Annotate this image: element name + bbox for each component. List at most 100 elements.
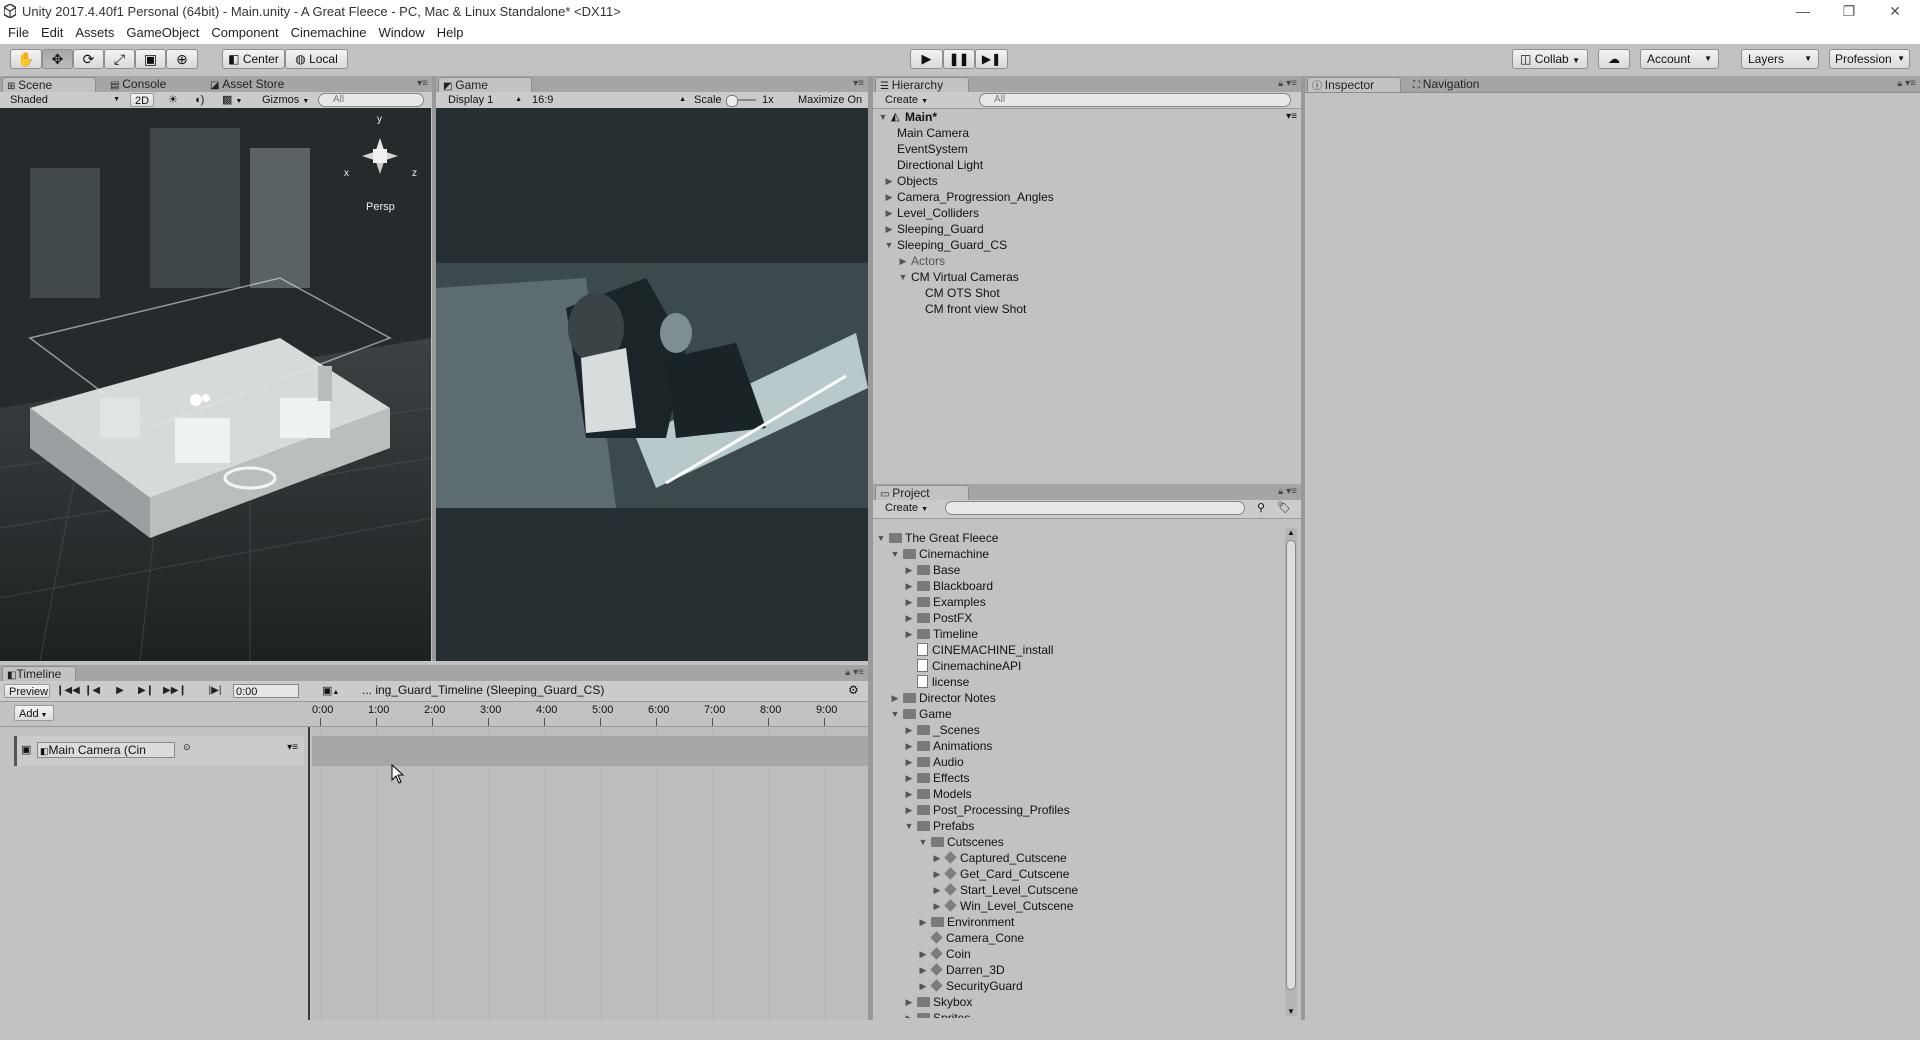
- project-item[interactable]: ▼ The Great Fleece: [873, 530, 1283, 546]
- project-item[interactable]: ▶ _Scenes: [873, 722, 1283, 738]
- rect-tool-button[interactable]: ▣: [135, 49, 166, 69]
- play-button[interactable]: ▶: [910, 49, 943, 69]
- hierarchy-item[interactable]: ▶ Sleeping_Guard: [873, 221, 1301, 237]
- scale-tool-button[interactable]: ⤢: [104, 49, 135, 69]
- timeline-asset-path[interactable]: ... ing_Guard_Timeline (Sleeping_Guard_C…: [362, 683, 604, 697]
- tab-scene[interactable]: ⊞ Scene: [2, 77, 96, 92]
- menu-help[interactable]: Help: [431, 24, 470, 42]
- splitter[interactable]: [1301, 76, 1305, 1020]
- tab-timeline[interactable]: ◧Timeline: [2, 666, 76, 681]
- expand-arrow-icon[interactable]: ▶: [931, 882, 943, 898]
- collapse-arrow-icon[interactable]: ▼: [903, 818, 915, 834]
- project-search-input[interactable]: [945, 501, 1245, 515]
- expand-arrow-icon[interactable]: ▶: [889, 690, 901, 706]
- project-item[interactable]: ▶ Examples: [873, 594, 1283, 610]
- go-to-start-button[interactable]: ❙◀◀: [56, 683, 80, 699]
- display-dropdown[interactable]: Display 1 ▲: [444, 93, 524, 107]
- expand-arrow-icon[interactable]: ▶: [931, 898, 943, 914]
- tab-project[interactable]: ▭ Project: [875, 485, 969, 500]
- splitter[interactable]: [432, 76, 436, 661]
- project-item[interactable]: Camera_Cone: [873, 930, 1283, 946]
- project-item[interactable]: ▶ Effects: [873, 770, 1283, 786]
- project-item[interactable]: ▶ Start_Level_Cutscene: [873, 882, 1283, 898]
- project-item[interactable]: ▶ Models: [873, 786, 1283, 802]
- expand-arrow-icon[interactable]: ▶: [903, 626, 915, 642]
- account-dropdown[interactable]: Account ▼: [1640, 49, 1719, 69]
- tab-console[interactable]: ▤ Console: [106, 77, 200, 92]
- collapse-arrow-icon[interactable]: ▼: [889, 706, 901, 722]
- collapse-arrow-icon[interactable]: ▼: [875, 530, 887, 546]
- toggle-2d-button[interactable]: 2D: [130, 93, 154, 107]
- project-create-dropdown[interactable]: Create ▼: [881, 501, 931, 515]
- project-item[interactable]: ▶ Audio: [873, 754, 1283, 770]
- project-item[interactable]: ▶ Win_Level_Cutscene: [873, 898, 1283, 914]
- menu-file[interactable]: File: [2, 24, 35, 42]
- expand-arrow-icon[interactable]: ▶: [903, 610, 915, 626]
- scrollbar-thumb[interactable]: [1286, 540, 1296, 990]
- project-item[interactable]: ▶ Timeline: [873, 626, 1283, 642]
- expand-arrow-icon[interactable]: ▶: [903, 754, 915, 770]
- timeline-settings-icon[interactable]: ⚙: [848, 683, 859, 697]
- add-track-dropdown[interactable]: Add ▼: [14, 705, 54, 721]
- project-item[interactable]: ▶ Captured_Cutscene: [873, 850, 1283, 866]
- scene-root-row[interactable]: ▼ ◭ Main* ▾≡: [873, 109, 1301, 125]
- time-ruler[interactable]: 0:00 1:00 2:00 3:00 4:00 5:00 6:00 7:00 8:00 9:00: [312, 702, 868, 726]
- transform-tool-button[interactable]: ⊕: [166, 49, 198, 69]
- hierarchy-item[interactable]: ▶ Camera_Progression_Angles: [873, 189, 1301, 205]
- panel-menu-icon[interactable]: ▾≡: [1905, 78, 1916, 89]
- shading-mode-dropdown[interactable]: Shaded ▼: [6, 93, 122, 107]
- project-item[interactable]: ▼ Cutscenes: [873, 834, 1283, 850]
- project-scrollbar[interactable]: ▲ ▼: [1285, 528, 1297, 1016]
- project-item[interactable]: ▼ Game: [873, 706, 1283, 722]
- game-viewport[interactable]: [436, 108, 868, 661]
- play-timeline-button[interactable]: ▶: [110, 683, 130, 699]
- panel-menu-icon[interactable]: ▾≡: [417, 78, 428, 89]
- layers-dropdown[interactable]: Layers ▼: [1741, 49, 1819, 69]
- tab-asset-store[interactable]: ◪ Asset Store: [206, 77, 306, 92]
- expand-arrow-icon[interactable]: ▶: [903, 786, 915, 802]
- project-item[interactable]: ▶ Base: [873, 562, 1283, 578]
- expand-arrow-icon[interactable]: ▶: [903, 994, 915, 1010]
- hierarchy-item[interactable]: ▼ CM Virtual Cameras: [873, 269, 1301, 285]
- project-item[interactable]: CINEMACHINE_install: [873, 642, 1283, 658]
- step-button[interactable]: ▶❚: [975, 49, 1008, 69]
- hierarchy-item[interactable]: Directional Light: [873, 157, 1301, 173]
- pivot-center-button[interactable]: ◧ Center: [222, 49, 285, 69]
- scroll-down-icon[interactable]: ▼: [1287, 1007, 1295, 1016]
- expand-arrow-icon[interactable]: ▶: [883, 221, 895, 237]
- hand-tool-button[interactable]: ✋: [10, 49, 42, 69]
- menu-gameobject[interactable]: GameObject: [120, 24, 205, 42]
- next-frame-button[interactable]: ▶❙: [136, 683, 156, 699]
- project-item[interactable]: ▶ PostFX: [873, 610, 1283, 626]
- expand-arrow-icon[interactable]: ▶: [917, 946, 929, 962]
- loop-range-button[interactable]: |▶|: [205, 683, 225, 699]
- expand-arrow-icon[interactable]: ▶: [883, 205, 895, 221]
- timeline-asset-selector[interactable]: ▣▲: [318, 684, 342, 698]
- layout-dropdown[interactable]: Profession ▼: [1829, 49, 1910, 69]
- tab-navigation[interactable]: ⛶ Navigation: [1409, 77, 1505, 92]
- scroll-up-icon[interactable]: ▲: [1287, 528, 1295, 537]
- hierarchy-item[interactable]: ▼ Sleeping_Guard_CS: [873, 237, 1301, 253]
- collapse-arrow-icon[interactable]: ▼: [917, 834, 929, 850]
- expand-arrow-icon[interactable]: ▶: [903, 802, 915, 818]
- lighting-toggle[interactable]: ☀: [164, 93, 184, 107]
- panel-menu-icon[interactable]: ▾≡: [1286, 78, 1297, 89]
- tab-game[interactable]: ◩ Game: [438, 77, 532, 92]
- project-item[interactable]: ▶ Darren_3D: [873, 962, 1283, 978]
- cloud-button[interactable]: ☁: [1598, 49, 1630, 69]
- tab-hierarchy[interactable]: ☰ Hierarchy: [875, 77, 969, 92]
- expand-arrow-icon[interactable]: ▶: [903, 738, 915, 754]
- project-item[interactable]: ▶ Environment: [873, 914, 1283, 930]
- expand-arrow-icon[interactable]: ▶: [917, 914, 929, 930]
- expand-arrow-icon[interactable]: ▶: [903, 770, 915, 786]
- menu-component[interactable]: Component: [205, 24, 284, 42]
- tab-inspector[interactable]: ⓘ Inspector: [1307, 77, 1401, 92]
- menu-cinemachine[interactable]: Cinemachine: [285, 24, 373, 42]
- collab-dropdown[interactable]: ◫ Collab ▼: [1512, 49, 1588, 69]
- object-picker-icon[interactable]: ⊙: [183, 742, 191, 753]
- panel-menu-icon[interactable]: ▾≡: [853, 78, 864, 89]
- menu-assets[interactable]: Assets: [69, 24, 120, 42]
- hierarchy-item[interactable]: ▶ Level_Colliders: [873, 205, 1301, 221]
- project-item[interactable]: ▼ Prefabs: [873, 818, 1283, 834]
- move-tool-button[interactable]: ✥: [42, 49, 73, 69]
